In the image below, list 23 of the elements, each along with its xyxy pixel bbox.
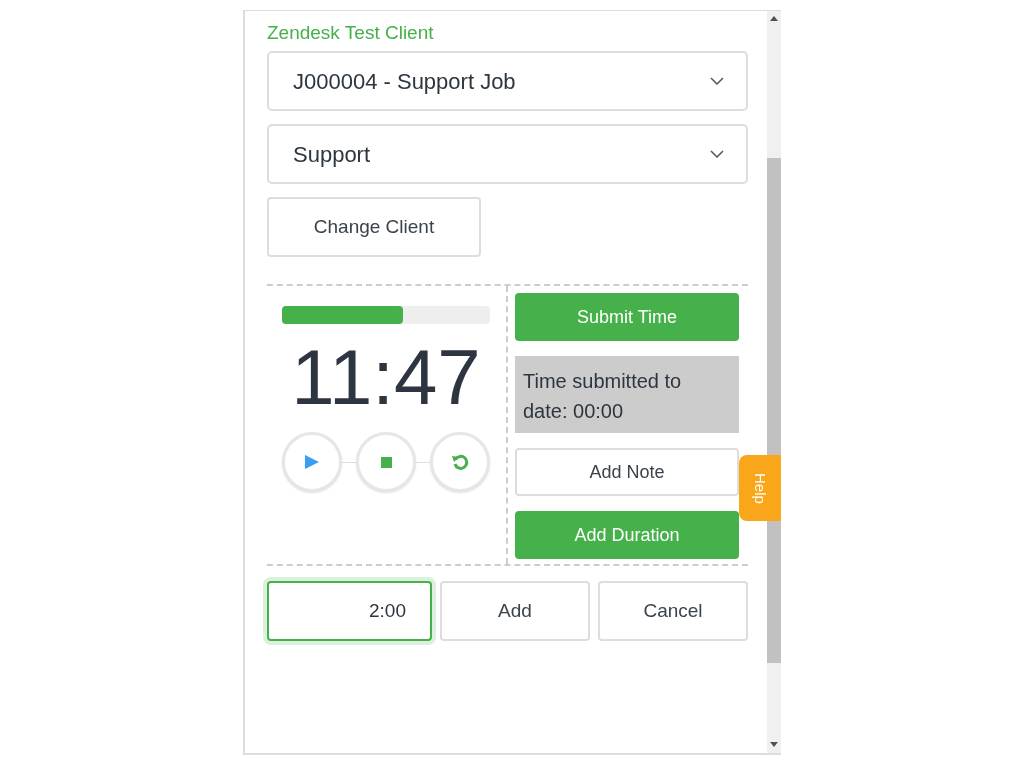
scrollbar[interactable] <box>767 11 781 753</box>
play-icon <box>305 455 319 469</box>
duration-field[interactable]: 2:00 <box>267 581 432 641</box>
submitted-time-text: Time submitted to date: 00:00 <box>515 356 739 433</box>
cancel-button[interactable]: Cancel <box>598 581 748 641</box>
reset-icon <box>451 454 469 470</box>
task-select[interactable]: Support <box>267 124 748 184</box>
add-button[interactable]: Add <box>440 581 590 641</box>
add-note-button[interactable]: Add Note <box>515 448 739 496</box>
play-button[interactable] <box>282 432 342 492</box>
select-value: J000004 - Support Job <box>293 67 516 96</box>
reset-button[interactable] <box>430 432 490 492</box>
job-select[interactable]: J000004 - Support Job <box>267 51 748 111</box>
scroll-up-icon[interactable] <box>770 16 778 21</box>
caret-icon <box>710 150 724 158</box>
change-client-button[interactable]: Change Client <box>267 197 481 257</box>
select-value: Support <box>293 140 371 169</box>
stop-icon <box>380 456 392 468</box>
caret-icon <box>710 77 724 85</box>
scroll-down-icon[interactable] <box>770 742 778 747</box>
timer-display: 11:47 <box>290 338 482 416</box>
client-name: Zendesk Test Client <box>267 21 434 45</box>
stop-button[interactable] <box>356 432 416 492</box>
